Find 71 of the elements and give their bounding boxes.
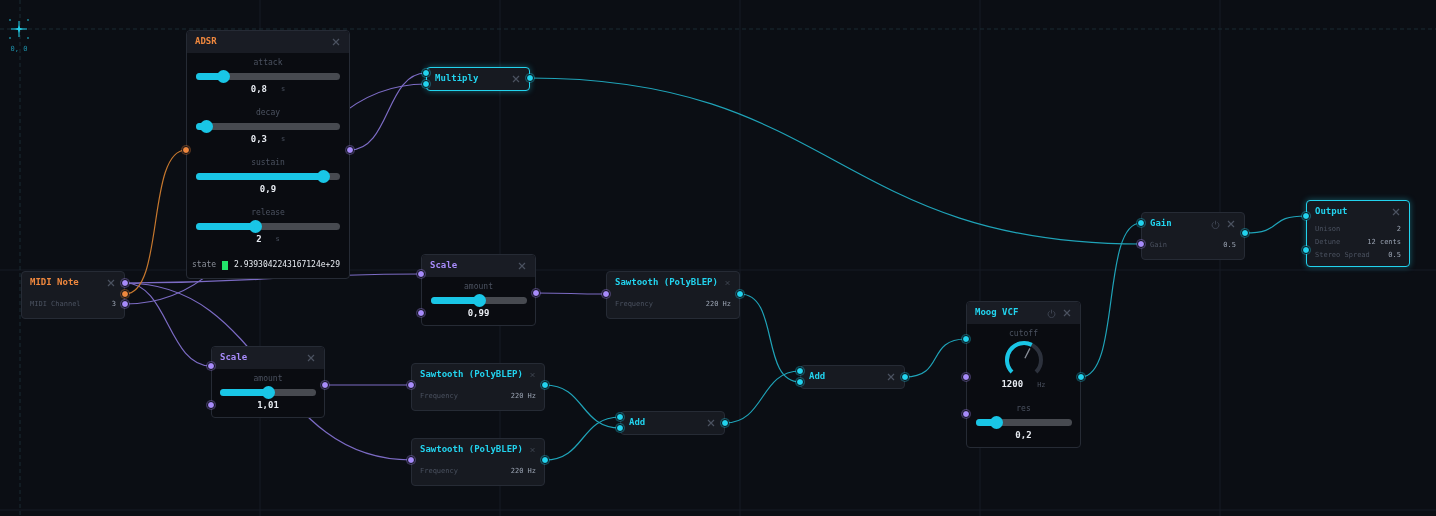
slider-label: attack	[253, 57, 283, 68]
slider-value: 2	[256, 234, 262, 245]
slider-label: amount	[464, 281, 493, 292]
output-port[interactable]	[901, 373, 909, 381]
node-title: MIDI Note	[30, 276, 79, 290]
node-card[interactable]: Scale amount 0,99	[421, 254, 536, 326]
input-port[interactable]	[962, 410, 970, 418]
slider-label: release	[251, 207, 285, 218]
node-title: Scale	[430, 259, 458, 273]
input-port[interactable]	[1137, 219, 1145, 227]
state-indicator	[222, 260, 229, 270]
slider-value: 0,8	[250, 84, 267, 95]
slider[interactable]	[196, 120, 340, 133]
input-port[interactable]	[962, 373, 970, 381]
node-title: Output	[1315, 205, 1348, 219]
slider[interactable]	[196, 170, 340, 183]
node-card[interactable]: Add	[620, 411, 725, 435]
node-card[interactable]: Multiply	[426, 67, 530, 91]
slider-label: amount	[253, 373, 283, 384]
slider-label: decay	[255, 107, 281, 118]
input-port[interactable]	[1302, 212, 1310, 220]
input-port[interactable]	[407, 381, 415, 389]
node-title: Sawtooth (PolyBLEP)	[615, 276, 718, 290]
knob-label: cutoff	[1009, 328, 1038, 339]
knob-value: 1200	[1001, 378, 1024, 392]
output-port[interactable]	[526, 74, 534, 82]
slider-value: 0,9	[259, 184, 277, 195]
node-title: Multiply	[435, 72, 479, 86]
input-port[interactable]	[962, 335, 970, 343]
output-port[interactable]	[346, 146, 354, 154]
input-port[interactable]	[407, 456, 415, 464]
output-port[interactable]	[1241, 229, 1249, 237]
node-card[interactable]: Scale amount 1,01	[211, 346, 325, 418]
input-port[interactable]	[417, 309, 425, 317]
input-port[interactable]	[417, 270, 425, 278]
slider-value: 0,2	[1015, 430, 1032, 441]
slider[interactable]	[196, 70, 340, 83]
input-port[interactable]	[207, 362, 215, 370]
slider-label: sustain	[251, 157, 285, 168]
node-title: ADSR	[195, 35, 217, 49]
input-port[interactable]	[1137, 240, 1145, 248]
state-label: state	[192, 259, 217, 271]
slider[interactable]	[220, 386, 316, 399]
slider-value: 0,99	[467, 308, 490, 319]
node-title: Sawtooth (PolyBLEP)	[420, 443, 523, 457]
output-port[interactable]	[721, 419, 729, 427]
input-port[interactable]	[207, 401, 215, 409]
node-title: Add	[629, 416, 646, 430]
slider-label: res	[1016, 403, 1031, 414]
slider-value: 1,01	[257, 400, 279, 411]
node-title: Scale	[220, 351, 248, 365]
slider[interactable]	[975, 416, 1072, 429]
output-port[interactable]	[736, 290, 744, 298]
output-port[interactable]	[532, 289, 540, 297]
node-title: Sawtooth (PolyBLEP)	[420, 368, 523, 382]
output-port[interactable]	[1077, 373, 1085, 381]
node-title: Add	[809, 370, 826, 384]
slider-value: 0,3	[250, 134, 267, 145]
node-title: Moog VCF	[975, 306, 1019, 320]
slider[interactable]	[430, 294, 527, 307]
node-title: Gain	[1150, 217, 1172, 231]
output-port[interactable]	[541, 456, 549, 464]
input-port[interactable]	[602, 290, 610, 298]
input-port[interactable]	[1302, 246, 1310, 254]
slider[interactable]	[196, 220, 340, 233]
state-value: 2.9393042243167124e+29	[234, 259, 340, 271]
output-port[interactable]	[321, 381, 329, 389]
output-port[interactable]	[541, 381, 549, 389]
node-card[interactable]: Add	[800, 365, 905, 389]
crosshair-icon	[8, 18, 30, 40]
input-port[interactable]	[182, 146, 190, 154]
